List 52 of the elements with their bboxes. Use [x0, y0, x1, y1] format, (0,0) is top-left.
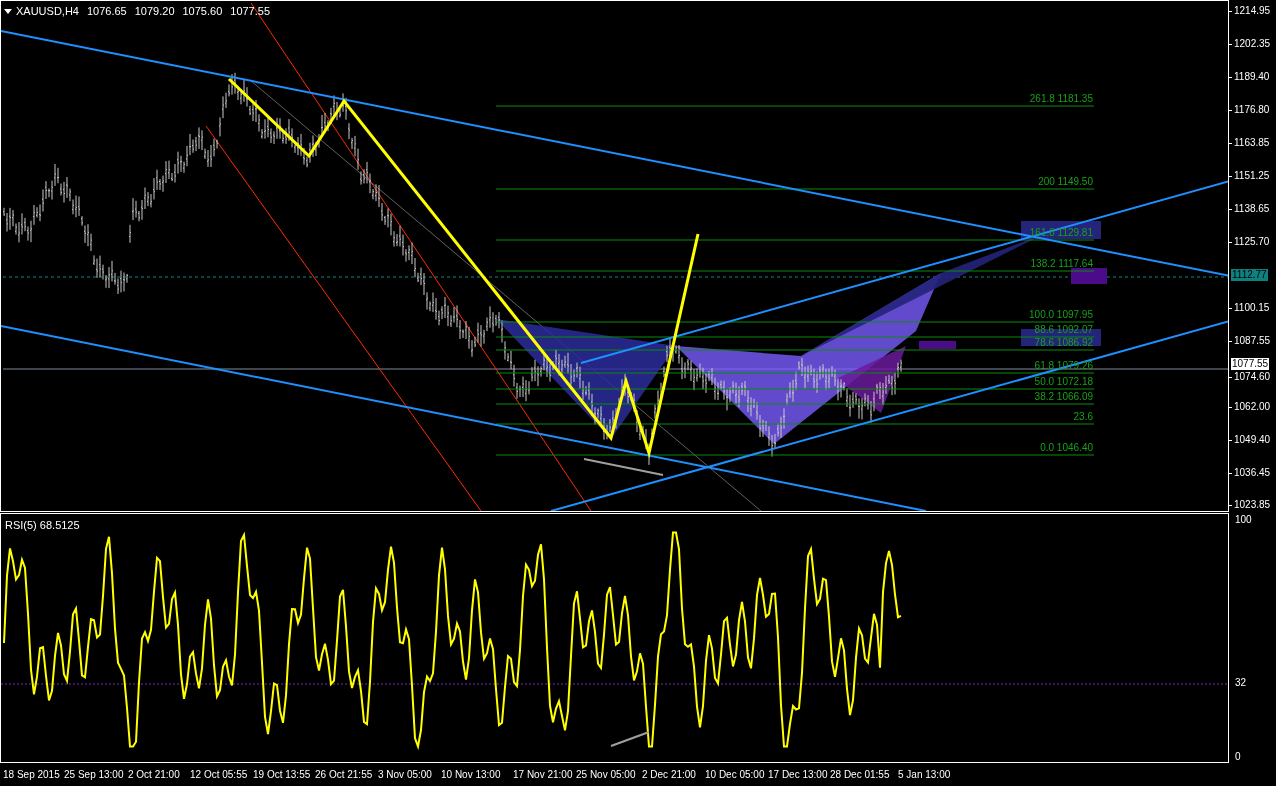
rsi-axis-label: 100	[1235, 514, 1252, 526]
time-axis-label: 28 Dec 01:55	[830, 769, 890, 781]
time-axis-label: 3 Nov 05:00	[378, 769, 432, 781]
price-axis-label: 1100.15	[1234, 302, 1270, 314]
time-axis-label: 26 Oct 21:55	[315, 769, 373, 781]
fibonacci-level-label: 23.6	[1073, 411, 1093, 423]
time-axis-label: 25 Nov 05:00	[576, 769, 636, 781]
time-axis-label: 10 Nov 13:00	[441, 769, 501, 781]
price-axis-label: 1151.25	[1234, 170, 1270, 182]
fibonacci-level-label: 100.0 1097.95	[1029, 309, 1093, 321]
rsi-axis-label: 0	[1235, 751, 1241, 763]
price-axis-label: 1125.70	[1234, 236, 1270, 248]
time-axis-label: 5 Jan 13:00	[898, 769, 951, 781]
price-axis-label: 1189.40	[1234, 71, 1270, 83]
price-axis-label: 1176.80	[1234, 104, 1270, 116]
indicator-label: RSI(5) 68.5125	[5, 518, 80, 533]
time-axis-label: 2 Oct 21:00	[128, 769, 180, 781]
fibonacci-level-label: 78.6 1086.92	[1034, 337, 1093, 349]
price-axis-label: 1049.40	[1234, 434, 1271, 446]
price-axis-label: 1163.85	[1234, 137, 1270, 149]
price-axis-label: 1062.00	[1234, 401, 1271, 413]
time-axis-label: 18 Sep 2015	[3, 769, 60, 781]
divergence-line	[610, 731, 650, 747]
price-axis-label: 1074.60	[1234, 371, 1271, 383]
fibonacci-level-label: 200 1149.50	[1038, 176, 1093, 188]
fibonacci-level-label: 261.8 1181.35	[1029, 93, 1093, 105]
time-axis-label: 12 Oct 05:55	[190, 769, 248, 781]
quote-value: 1075.60	[182, 4, 223, 19]
time-axis-label: 10 Dec 05:00	[705, 769, 765, 781]
fibonacci-level-label: 50.0 1072.18	[1034, 376, 1093, 388]
time-axis-label: 19 Oct 13:55	[253, 769, 311, 781]
symbol-label: XAUUSD,H4	[16, 4, 79, 19]
fibonacci-level-label: 0.0 1046.40	[1040, 442, 1093, 454]
price-axis-label: 1214.95	[1234, 5, 1271, 17]
quote-value: 1076.65	[86, 4, 127, 19]
quote-value: 1079.20	[134, 4, 175, 19]
fibonacci-level-label: 138.2 1117.64	[1030, 258, 1093, 270]
rsi-axis-label: 32	[1235, 677, 1247, 689]
price-marker: 1112.77	[1231, 269, 1268, 281]
time-axis-label: 25 Sep 13:00	[64, 769, 124, 781]
price-axis-label: 1087.55	[1234, 335, 1271, 347]
price-axis-label: 1023.85	[1234, 499, 1271, 511]
time-axis-label: 17 Nov 21:00	[513, 769, 573, 781]
quote-value: 1077.55	[230, 4, 271, 19]
price-axis-label: 1202.35	[1234, 38, 1271, 50]
price-marker: 1077.55	[1231, 358, 1270, 370]
price-axis-label: 1036.45	[1234, 467, 1271, 479]
time-axis-label: 2 Dec 21:00	[642, 769, 696, 781]
price-axis-label: 1138.65	[1234, 203, 1270, 215]
time-axis-label: 17 Dec 13:00	[768, 769, 828, 781]
dropdown-triangle-icon[interactable]	[4, 8, 12, 14]
fibonacci-level-label: 38.2 1066.09	[1034, 391, 1093, 403]
